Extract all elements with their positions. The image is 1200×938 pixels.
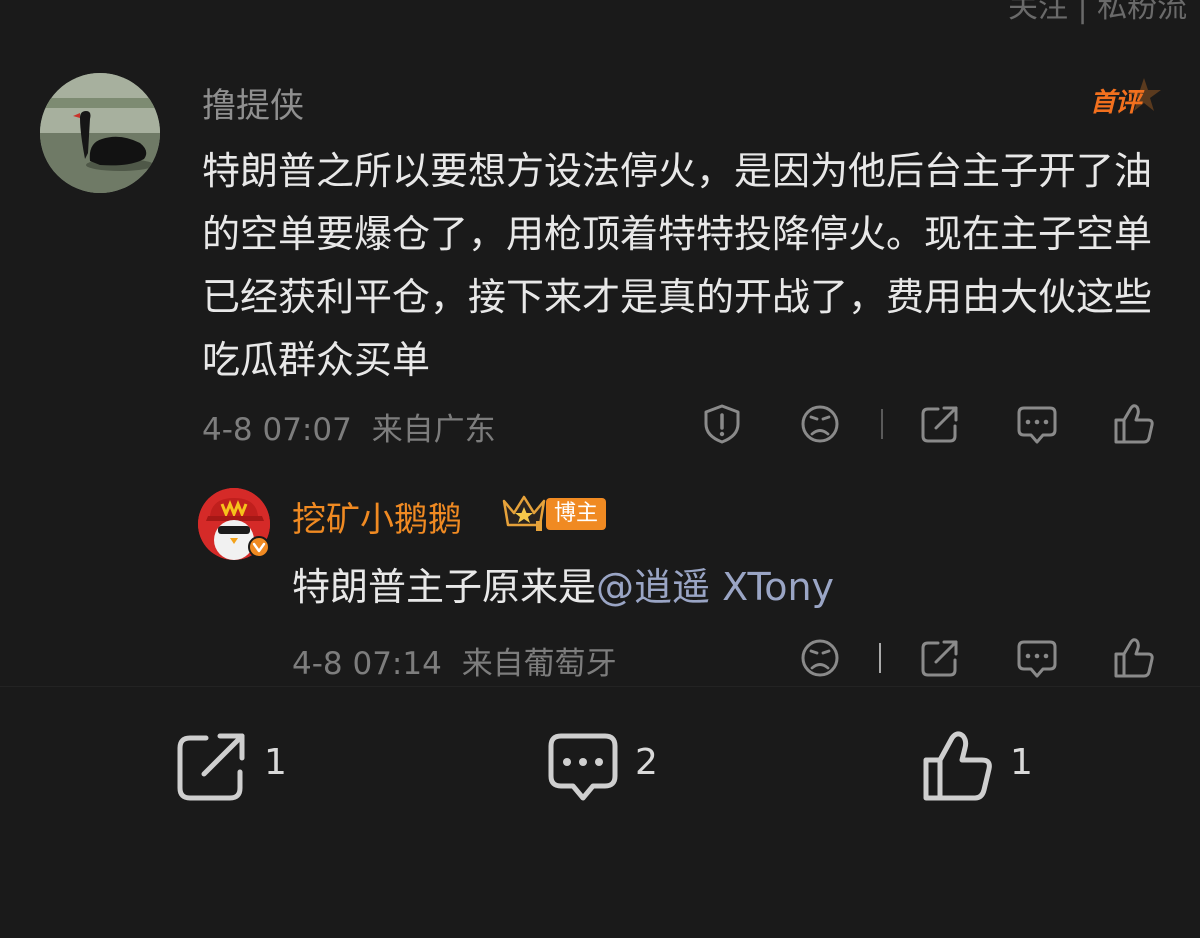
- like-button[interactable]: [1112, 402, 1156, 446]
- comment-icon: [548, 733, 618, 801]
- reply-comment-button[interactable]: [1015, 636, 1059, 680]
- comment-location: 来自广东: [371, 412, 496, 448]
- icon-divider: [881, 409, 883, 439]
- reply-share-button[interactable]: [918, 636, 962, 680]
- reply-time: 4-8 07:14: [292, 646, 442, 682]
- like-icon: [1114, 638, 1154, 678]
- bottom-like-button[interactable]: 1: [920, 728, 1050, 804]
- dislike-button[interactable]: [798, 402, 842, 446]
- reply-avatar[interactable]: [198, 488, 270, 560]
- comment-meta: 4-8 07:07 来自广东: [202, 404, 496, 449]
- comment-icon: [1017, 640, 1057, 678]
- bottom-share-button[interactable]: 1: [174, 728, 304, 804]
- comment-count: 2: [635, 742, 658, 783]
- blogger-badge: 博主: [546, 498, 607, 530]
- commenter-username[interactable]: 撸提侠: [202, 78, 304, 127]
- like-count: 1: [1010, 742, 1033, 783]
- icon-divider: [879, 643, 881, 673]
- share-icon: [177, 733, 245, 801]
- commenter-avatar[interactable]: [40, 73, 160, 193]
- share-count: 1: [264, 742, 287, 783]
- dislike-face-icon: [801, 405, 839, 443]
- first-comment-badge: 首评: [1088, 74, 1164, 120]
- share-icon: [921, 406, 958, 443]
- crown-icon: [500, 491, 548, 533]
- bottom-comment-button[interactable]: 2: [545, 728, 675, 804]
- dislike-face-icon: [801, 639, 839, 677]
- black-swan-avatar-image: [40, 73, 160, 193]
- report-icon: [704, 404, 740, 444]
- like-icon: [923, 731, 992, 801]
- reply-dislike-button[interactable]: [798, 636, 842, 680]
- share-icon: [921, 640, 958, 677]
- reply-like-button[interactable]: [1112, 636, 1156, 680]
- top-header-partial: 关注 | 私粉流: [1008, 0, 1188, 25]
- comment-time: 4-8 07:07: [202, 412, 352, 448]
- reply-text: 特朗普主子原来是: [292, 565, 597, 609]
- verified-v-icon: [248, 536, 270, 558]
- comment-icon: [1017, 406, 1057, 444]
- reply-meta: 4-8 07:14 来自葡萄牙: [292, 638, 617, 683]
- report-button[interactable]: [700, 402, 744, 446]
- divider: [0, 686, 1200, 687]
- share-button[interactable]: [918, 402, 962, 446]
- comment-body: 特朗普之所以要想方设法停火，是因为他后台主子开了油的空单要爆仓了，用枪顶着特特投…: [202, 149, 1153, 382]
- reply-body: 特朗普主子原来是@逍遥 XTony: [292, 556, 834, 611]
- reply-username[interactable]: 挖矿小鹅鹅: [292, 492, 462, 541]
- comment-button[interactable]: [1015, 402, 1059, 446]
- first-comment-label: 首评: [1090, 88, 1141, 118]
- like-icon: [1114, 404, 1154, 444]
- reply-location: 来自葡萄牙: [461, 646, 617, 682]
- mention-link[interactable]: @逍遥 XTony: [596, 565, 834, 609]
